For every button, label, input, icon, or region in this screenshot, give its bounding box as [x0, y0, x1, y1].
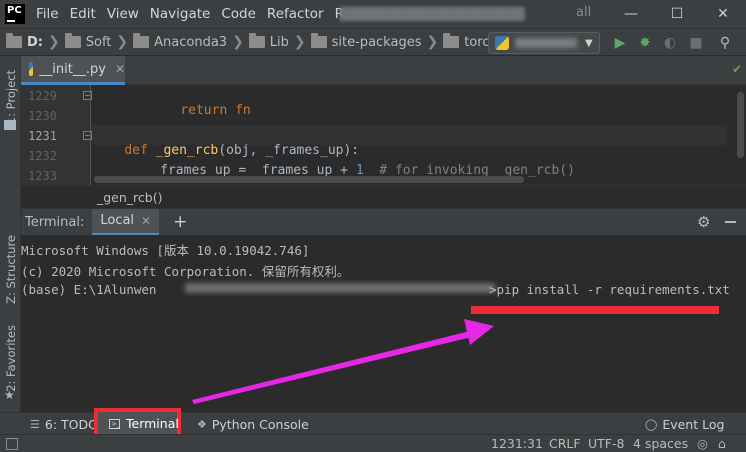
- file-encoding[interactable]: UTF-8: [588, 436, 624, 451]
- cursor-position[interactable]: 1231:31: [491, 436, 543, 451]
- lock-icon[interactable]: ⌂: [718, 436, 726, 451]
- python-icon: ❖: [197, 417, 207, 431]
- event-log-tool-button[interactable]: ◯ Event Log: [645, 413, 724, 435]
- status-bar: 1231:31 CRLF UTF-8 4 spaces ◎ ⌂: [0, 434, 746, 452]
- event-log-icon: ◯: [645, 417, 658, 431]
- python-console-tool-button[interactable]: ❖ Python Console: [197, 413, 309, 435]
- annotation-arrow: [192, 319, 494, 404]
- line-ending[interactable]: CRLF: [549, 436, 581, 451]
- todo-tool-button[interactable]: ☰ 6: TODO: [30, 413, 98, 435]
- terminal-icon: >_: [109, 418, 121, 429]
- indent-setting[interactable]: 4 spaces: [633, 436, 688, 451]
- toggle-tool-windows-icon[interactable]: [6, 438, 18, 450]
- list-icon: ☰: [30, 417, 40, 431]
- python-interpreter-icon[interactable]: ◎: [697, 436, 708, 451]
